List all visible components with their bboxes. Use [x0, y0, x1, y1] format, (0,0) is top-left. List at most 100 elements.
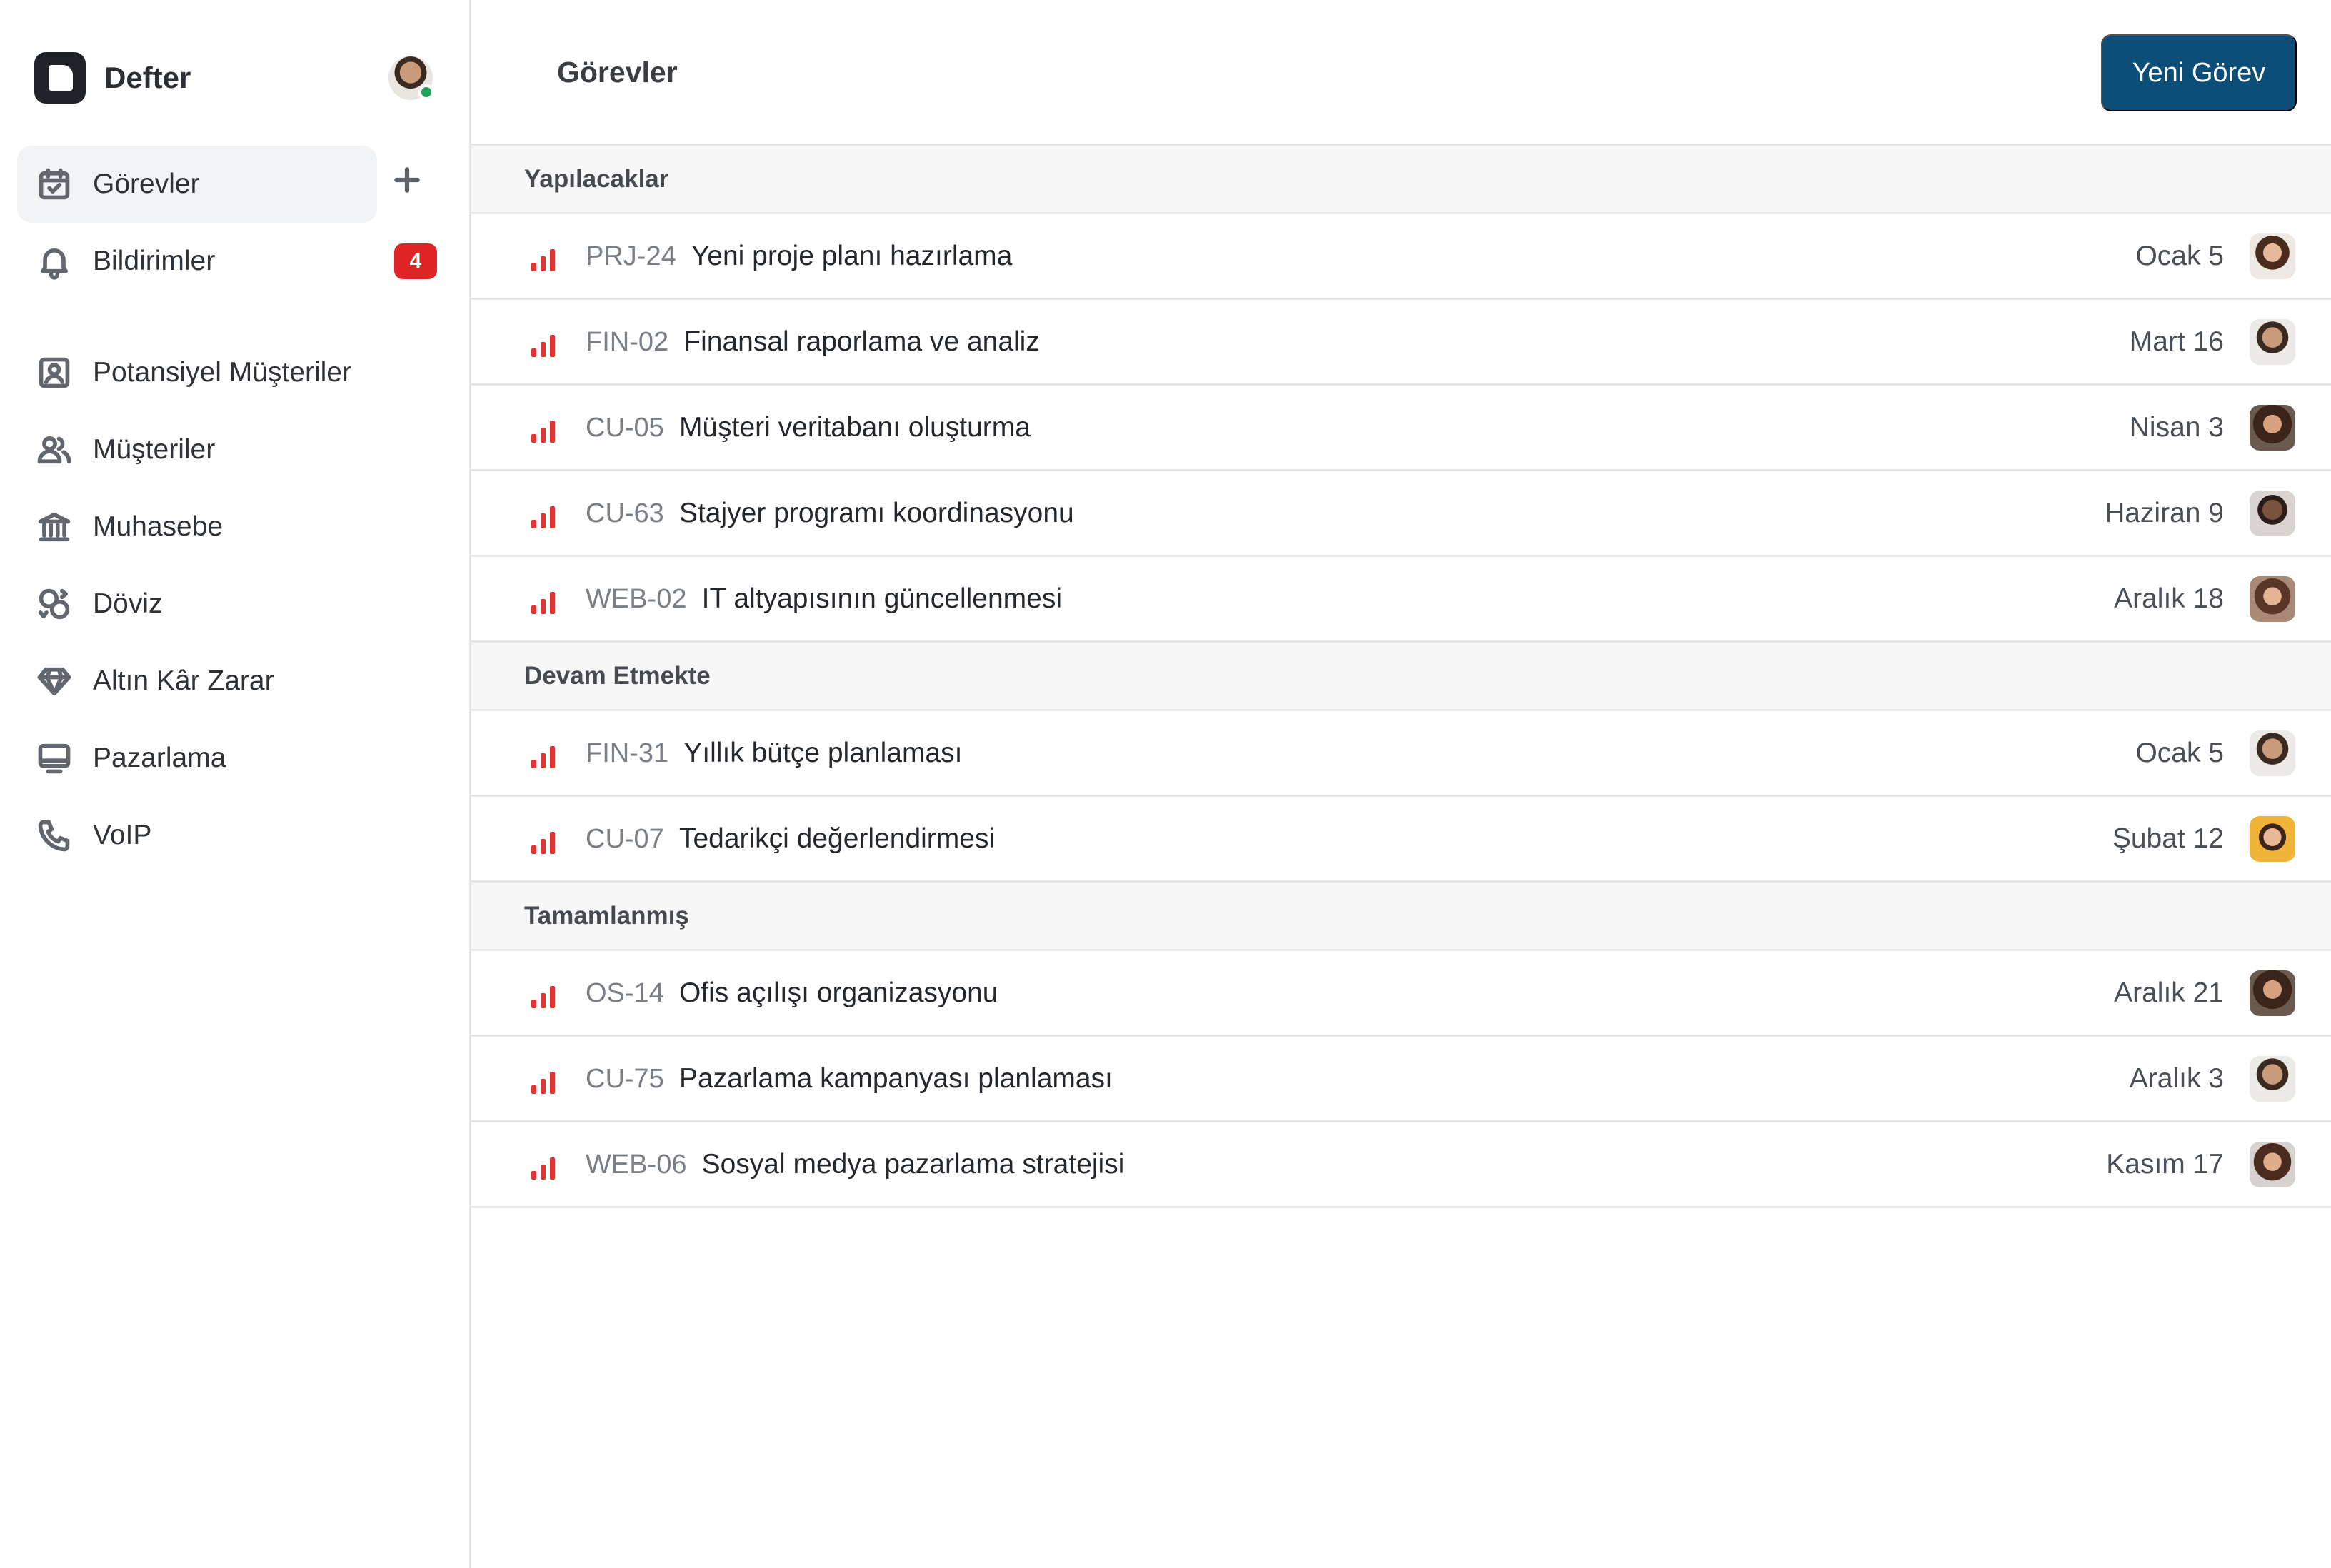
sidebar-item-label: Döviz: [93, 588, 163, 619]
sidebar-item-musteriler[interactable]: Müşteriler: [17, 411, 377, 488]
task-due-date: Aralık 18: [2114, 583, 2224, 614]
task-due-date: Aralık 21: [2114, 977, 2224, 1008]
sidebar-item-gorevler[interactable]: Görevler: [17, 146, 377, 223]
main-content: Görevler Yeni Görev Yapılacaklar PRJ-24 …: [471, 0, 2331, 1568]
task-id: WEB-06 Sosyal medya pazarlama stratejisi: [586, 1148, 1125, 1180]
task-row[interactable]: OS-14 Ofis açılışı organizasyonu Aralık …: [471, 951, 2331, 1037]
priority-high-icon: [531, 1157, 557, 1180]
sidebar-item-doviz[interactable]: Döviz: [17, 566, 377, 643]
task-row[interactable]: CU-07 Tedarikçi değerlendirmesi Şubat 12: [471, 797, 2331, 883]
task-due-date: Haziran 9: [2105, 497, 2224, 528]
task-id: OS-14 Ofis açılışı organizasyonu: [586, 977, 998, 1008]
task-due-date: Ocak 5: [2135, 737, 2224, 768]
task-id: CU-63 Stajyer programı koordinasyonu: [586, 497, 1074, 528]
priority-high-icon: [531, 591, 557, 614]
task-title: Yıllık bütçe planlaması: [683, 737, 963, 768]
sidebar-item-label: Müşteriler: [93, 434, 216, 465]
brand[interactable]: Defter: [34, 51, 191, 104]
priority-high-icon: [531, 248, 557, 271]
assignee-avatar[interactable]: [2250, 730, 2295, 776]
task-title: Yeni proje planı hazırlama: [691, 240, 1013, 271]
phone-icon: [36, 817, 73, 854]
assignee-avatar[interactable]: [2250, 318, 2295, 365]
task-title: Ofis açılışı organizasyonu: [678, 977, 998, 1008]
bank-icon: [36, 508, 73, 546]
page-title: Görevler: [557, 56, 678, 89]
notification-count-badge: 4: [394, 243, 437, 279]
task-row[interactable]: FIN-31 Yıllık bütçe planlaması Ocak 5: [471, 711, 2331, 797]
task-id: PRJ-24 Yeni proje planı hazırlama: [586, 240, 1013, 271]
task-title: Finansal raporlama ve analiz: [683, 326, 1040, 357]
sidebar-item-muhasebe[interactable]: Muhasebe: [17, 488, 377, 566]
task-row[interactable]: CU-05 Müşteri veritabanı oluşturma Nisan…: [471, 386, 2331, 471]
new-task-button[interactable]: Yeni Görev: [2101, 34, 2297, 111]
users-icon: [36, 431, 73, 468]
task-due-date: Nisan 3: [2129, 411, 2224, 443]
contact-card-icon: [36, 354, 73, 391]
assignee-avatar[interactable]: [2250, 404, 2295, 451]
sidebar-item-label: VoIP: [93, 820, 152, 850]
sidebar-item-potansiyel-musteriler[interactable]: Potansiyel Müşteriler: [17, 334, 377, 411]
task-row[interactable]: FIN-02 Finansal raporlama ve analiz Mart…: [471, 300, 2331, 386]
task-title: IT altyapısının güncellenmesi: [701, 583, 1063, 614]
task-id: CU-07 Tedarikçi değerlendirmesi: [586, 823, 996, 854]
group-header-devam-etmekte[interactable]: Devam Etmekte: [471, 643, 2331, 711]
assignee-avatar[interactable]: [2250, 1141, 2295, 1187]
sidebar-item-bildirimler[interactable]: Bildirimler: [17, 223, 377, 300]
bell-icon: [36, 243, 73, 280]
priority-high-icon: [531, 1071, 557, 1094]
group-header-yapilacaklar[interactable]: Yapılacaklar: [471, 146, 2331, 214]
diamond-icon: [36, 663, 73, 700]
assignee-avatar[interactable]: [2250, 233, 2295, 279]
priority-high-icon: [531, 506, 557, 528]
task-id: FIN-31 Yıllık bütçe planlaması: [586, 737, 963, 768]
task-title: Sosyal medya pazarlama stratejisi: [701, 1148, 1125, 1180]
task-row[interactable]: CU-75 Pazarlama kampanyası planlaması Ar…: [471, 1037, 2331, 1122]
group-header-tamamlanmis[interactable]: Tamamlanmış: [471, 883, 2331, 951]
sidebar-item-label: Altın Kâr Zarar: [93, 665, 274, 696]
sidebar-item-label: Potansiyel Müşteriler: [93, 357, 351, 388]
task-title: Pazarlama kampanyası planlaması: [678, 1062, 1113, 1094]
assignee-avatar[interactable]: [2250, 970, 2295, 1016]
task-row[interactable]: PRJ-24 Yeni proje planı hazırlama Ocak 5: [471, 214, 2331, 300]
sidebar-item-label: Bildirimler: [93, 246, 216, 276]
plus-icon: [394, 167, 420, 193]
monitor-icon: [36, 740, 73, 777]
sidebar-item-altin-kar-zarar[interactable]: Altın Kâr Zarar: [17, 643, 377, 720]
sidebar-item-voip[interactable]: VoIP: [17, 797, 377, 874]
sidebar-item-label: Pazarlama: [93, 743, 226, 773]
task-id: CU-05 Müşteri veritabanı oluşturma: [586, 411, 1031, 443]
assignee-avatar[interactable]: [2250, 815, 2295, 862]
task-id: FIN-02 Finansal raporlama ve analiz: [586, 326, 1040, 357]
sidebar-item-label: Muhasebe: [93, 511, 224, 542]
add-task-button[interactable]: [377, 150, 437, 210]
sidebar-item-pazarlama[interactable]: Pazarlama: [17, 720, 377, 797]
brand-name: Defter: [104, 61, 191, 94]
priority-high-icon: [531, 831, 557, 854]
top-bar: Görevler Yeni Görev: [471, 0, 2331, 146]
task-due-date: Kasım 17: [2106, 1148, 2224, 1180]
task-due-date: Mart 16: [2129, 326, 2224, 357]
sidebar-item-label: Görevler: [93, 169, 200, 199]
priority-high-icon: [531, 334, 557, 357]
assignee-avatar[interactable]: [2250, 576, 2295, 622]
priority-high-icon: [531, 420, 557, 443]
task-row[interactable]: WEB-06 Sosyal medya pazarlama stratejisi…: [471, 1122, 2331, 1208]
task-row[interactable]: WEB-02 IT altyapısının güncellenmesi Ara…: [471, 557, 2331, 643]
task-id: WEB-02 IT altyapısının güncellenmesi: [586, 583, 1063, 614]
brand-logo-icon: [34, 52, 86, 104]
task-due-date: Şubat 12: [2112, 823, 2224, 854]
task-title: Müşteri veritabanı oluşturma: [678, 411, 1031, 443]
calendar-check-icon: [36, 166, 73, 203]
task-due-date: Aralık 3: [2129, 1062, 2224, 1094]
assignee-avatar[interactable]: [2250, 1055, 2295, 1102]
currency-exchange-icon: [36, 586, 73, 623]
task-id: CU-75 Pazarlama kampanyası planlaması: [586, 1062, 1113, 1094]
task-title: Tedarikçi değerlendirmesi: [678, 823, 996, 854]
priority-high-icon: [531, 985, 557, 1008]
sidebar: Defter Görevler Bildirimler 4 Potansiyel…: [0, 0, 471, 1568]
task-row[interactable]: CU-63 Stajyer programı koordinasyonu Haz…: [471, 471, 2331, 557]
priority-high-icon: [531, 745, 557, 768]
assignee-avatar[interactable]: [2250, 490, 2295, 536]
task-due-date: Ocak 5: [2135, 240, 2224, 271]
